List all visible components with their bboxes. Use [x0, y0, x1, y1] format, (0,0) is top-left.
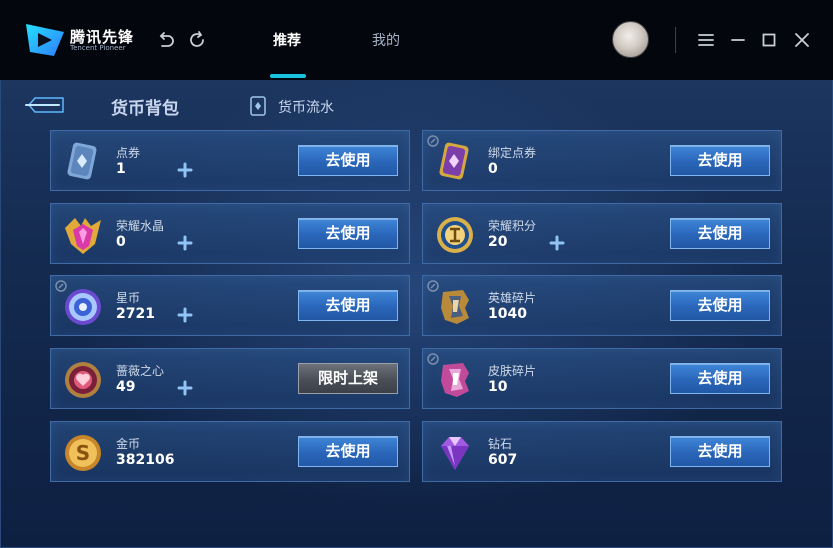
use-button[interactable]: 去使用: [298, 218, 398, 249]
menu-icon[interactable]: [695, 29, 717, 51]
page-title: 货币背包: [111, 99, 179, 119]
use-button[interactable]: 去使用: [670, 145, 770, 176]
close-icon[interactable]: [791, 29, 813, 51]
currency-card-dianquan: 点券 1 去使用: [50, 130, 410, 191]
currency-name: 点券: [116, 146, 141, 160]
add-currency-button[interactable]: [547, 233, 567, 253]
currency-name: 星币: [116, 291, 141, 305]
minimize-icon[interactable]: [727, 29, 749, 51]
currency-flow-label: 货币流水: [278, 100, 334, 116]
currency-card-bound-dianquan: 绑定点券 0 去使用: [422, 130, 782, 191]
tab-mine[interactable]: 我的: [372, 30, 400, 50]
add-currency-button[interactable]: [175, 305, 195, 325]
currency-name: 钻石: [488, 437, 513, 451]
use-button[interactable]: 去使用: [298, 145, 398, 176]
currency-name: 金币: [116, 437, 141, 451]
currency-value: 49: [116, 379, 136, 395]
glory-points-icon: [433, 214, 477, 256]
currency-value: 0: [488, 161, 498, 177]
maximize-icon[interactable]: [758, 29, 780, 51]
refresh-icon[interactable]: [186, 29, 208, 51]
skin-fragment-icon: [433, 359, 477, 401]
currency-name: 英雄碎片: [488, 291, 537, 305]
currency-value: 0: [116, 234, 126, 250]
use-button[interactable]: 去使用: [298, 290, 398, 321]
star-coin-icon: [61, 286, 105, 328]
currency-value: 2721: [116, 306, 155, 322]
undo-icon[interactable]: [155, 29, 177, 51]
rose-heart-icon: [61, 359, 105, 401]
hero-fragment-icon: [433, 286, 477, 328]
currency-value: 382106: [116, 452, 175, 468]
currency-value: 1040: [488, 306, 527, 322]
flow-record-icon: [250, 96, 266, 116]
use-button[interactable]: 去使用: [670, 218, 770, 249]
add-currency-button[interactable]: [175, 160, 195, 180]
diamond-icon: [433, 432, 477, 474]
currency-name: 荣耀积分: [488, 219, 537, 233]
bound-ticket-card-icon: [433, 141, 477, 183]
use-button[interactable]: 去使用: [298, 436, 398, 467]
currency-value: 10: [488, 379, 508, 395]
currency-card-rose-heart: 蔷薇之心 49 限时上架: [50, 348, 410, 409]
currency-name: 绑定点券: [488, 146, 537, 160]
logo-subtext: Tencent Pioneer: [70, 44, 126, 52]
currency-value: 20: [488, 234, 508, 250]
currency-value: 1: [116, 161, 126, 177]
currency-name: 荣耀水晶: [116, 219, 165, 233]
svg-text:S: S: [76, 441, 90, 465]
currency-card-hero-fragment: 英雄碎片 1040 去使用: [422, 275, 782, 336]
limited-time-button: 限时上架: [298, 363, 398, 394]
currency-card-star-coin: 星币 2721 去使用: [50, 275, 410, 336]
gold-coin-icon: S: [61, 432, 105, 474]
currency-name: 蔷薇之心: [116, 364, 165, 378]
use-button[interactable]: 去使用: [670, 436, 770, 467]
active-tab-indicator: [270, 74, 306, 78]
tab-recommended[interactable]: 推荐: [273, 30, 301, 50]
tencent-pioneer-logo-icon: [26, 24, 64, 56]
ticket-card-icon: [61, 141, 105, 183]
app-logo: 腾讯先锋 Tencent Pioneer: [24, 20, 154, 60]
currency-card-gold-coin: S 金币 382106 去使用: [50, 421, 410, 482]
add-currency-button[interactable]: [175, 233, 195, 253]
currency-name: 皮肤碎片: [488, 364, 537, 378]
currency-card-diamond: 钻石 607 去使用: [422, 421, 782, 482]
currency-card-glory-crystal: 荣耀水晶 0 去使用: [50, 203, 410, 264]
add-currency-button[interactable]: [175, 378, 195, 398]
title-divider: [675, 27, 676, 53]
avatar[interactable]: [612, 21, 649, 58]
use-button[interactable]: 去使用: [670, 290, 770, 321]
title-bar: 腾讯先锋 Tencent Pioneer 推荐 我的: [0, 0, 833, 80]
currency-backpack-panel: 货币背包 货币流水 点券 1 去使用 绑定点券 0 去使用 荣耀水晶 0 去使用…: [0, 80, 833, 548]
currency-card-glory-points: 荣耀积分 20 去使用: [422, 203, 782, 264]
back-button[interactable]: [23, 94, 67, 116]
glory-crystal-icon: [61, 214, 105, 256]
currency-value: 607: [488, 452, 518, 468]
use-button[interactable]: 去使用: [670, 363, 770, 394]
currency-card-skin-fragment: 皮肤碎片 10 去使用: [422, 348, 782, 409]
